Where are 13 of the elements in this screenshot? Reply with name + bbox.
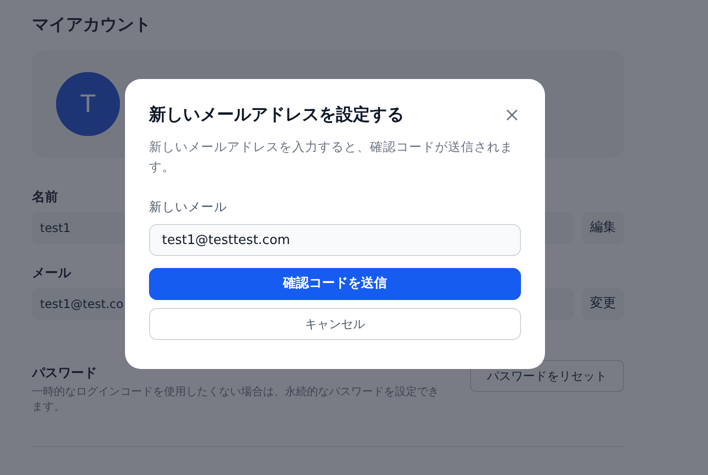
page-title: マイアカウント: [32, 14, 152, 37]
password-description: 一時的なログインコードを使用したくない場合は、永続的なパスワードを設定できます。: [32, 384, 440, 414]
cancel-button[interactable]: キャンセル: [149, 308, 521, 340]
field-label: 新しいメール: [149, 199, 228, 215]
avatar: T: [56, 72, 120, 136]
edit-button[interactable]: 変更: [582, 288, 624, 320]
edit-button[interactable]: 編集: [582, 212, 624, 244]
field-label: 名前: [32, 190, 59, 206]
dialog-description: 新しいメールアドレスを入力すると、確認コードが送信されます。: [149, 138, 514, 176]
password-label: パスワード: [32, 366, 98, 382]
dialog-title: 新しいメールアドレスを設定する: [149, 104, 404, 127]
send-code-button[interactable]: 確認コードを送信: [149, 268, 521, 300]
email-input-field[interactable]: test1@testtest.com: [149, 224, 521, 256]
